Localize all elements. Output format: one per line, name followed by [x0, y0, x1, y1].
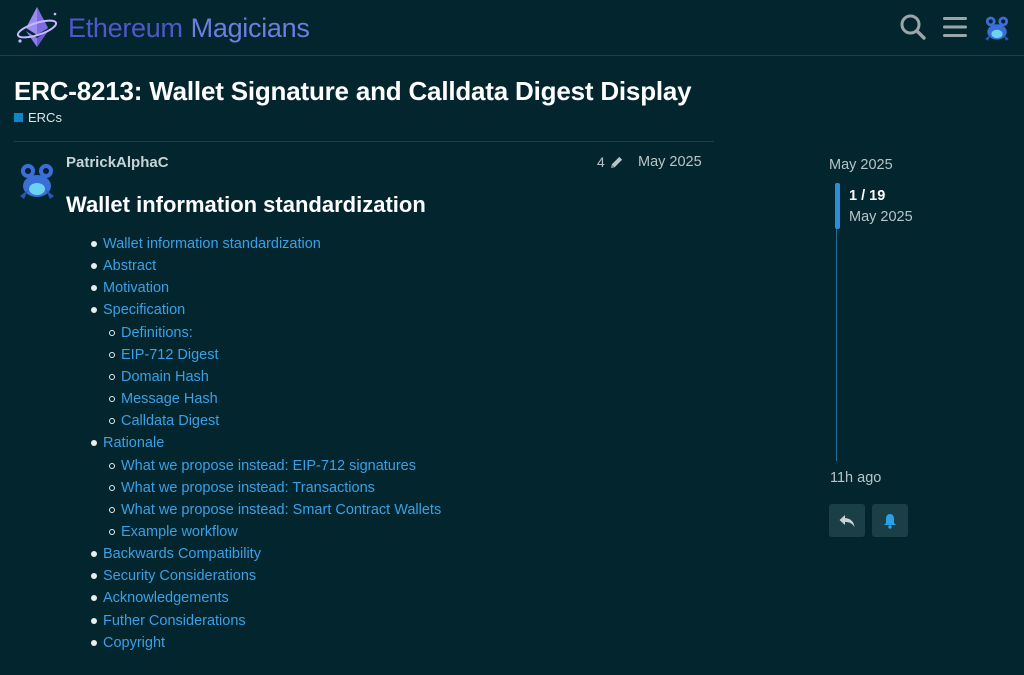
pencil-icon: [610, 156, 622, 168]
toc-item-label: Motivation: [103, 280, 170, 297]
toc-item-label: Backwards Compatibility: [103, 546, 261, 563]
bullet-icon: [91, 639, 97, 646]
toc-item-label: Rationale: [103, 435, 165, 452]
toc-item-label: Specification: [103, 302, 186, 319]
toc-item[interactable]: What we propose instead: EIP-712 signatu…: [109, 456, 416, 476]
toc-item-label: Copyright: [103, 634, 166, 651]
timeline-start-date[interactable]: May 2025: [829, 157, 893, 173]
bullet-icon: [91, 440, 97, 447]
notification-button[interactable]: [872, 504, 908, 537]
toc-item[interactable]: Calldata Digest: [109, 411, 220, 431]
category-color-swatch: [14, 113, 23, 122]
frog-avatar-icon: [20, 164, 54, 199]
toc-item-label: Wallet information standardization: [103, 236, 321, 252]
post-author-name[interactable]: PatrickAlphaC: [66, 154, 169, 171]
toc-item[interactable]: Copyright: [91, 633, 166, 653]
hamburger-menu-button[interactable]: [939, 11, 971, 43]
reply-button[interactable]: [829, 504, 865, 537]
edit-count: 4: [597, 154, 605, 170]
search-icon: [900, 14, 926, 40]
user-menu-button[interactable]: [980, 10, 1014, 44]
post-heading: Wallet information standardization: [66, 192, 426, 217]
category-badge[interactable]: ERCs: [14, 110, 62, 125]
toc-item-label: Acknowledgements: [103, 590, 229, 607]
toc-item-label: Message Hash: [121, 391, 218, 408]
toc-item[interactable]: Example workflow: [109, 522, 238, 542]
site-logo[interactable]: Ethereum Magicians: [14, 5, 310, 51]
timeline-end-label[interactable]: 11h ago: [830, 470, 881, 486]
ethereum-wizard-logo-icon: [16, 7, 58, 47]
bullet-icon: [91, 573, 97, 580]
bullet-icon: [91, 263, 97, 270]
reply-icon: [839, 514, 855, 527]
hollow-bullet-icon: [109, 418, 115, 425]
site-name: Ethereum Magicians: [68, 13, 310, 43]
toc-item-label: Domain Hash: [121, 368, 209, 385]
bullet-icon: [91, 617, 97, 624]
toc-item[interactable]: Motivation: [91, 278, 170, 298]
toc-item[interactable]: Definitions:: [109, 323, 193, 343]
toc-item[interactable]: Futher Considerations: [91, 611, 246, 631]
toc-item-label: Definitions:: [121, 324, 193, 341]
hollow-bullet-icon: [109, 373, 115, 380]
timeline-position-date: May 2025: [849, 209, 913, 225]
toc-item-label: Security Considerations: [103, 568, 257, 585]
toc-item[interactable]: Rationale: [91, 433, 165, 453]
toc-item[interactable]: What we propose instead: Smart Contract …: [109, 500, 442, 520]
hollow-bullet-icon: [109, 462, 115, 469]
bell-icon: [884, 513, 896, 529]
toc-item[interactable]: Domain Hash: [109, 367, 209, 387]
toc-item-label: EIP-712 Digest: [121, 346, 219, 363]
post-date[interactable]: May 2025: [638, 154, 702, 170]
topic-title[interactable]: ERC-8213: Wallet Signature and Calldata …: [14, 76, 692, 107]
bullet-icon: [91, 241, 97, 247]
toc-item-label: Calldata Digest: [121, 413, 220, 430]
toc-item[interactable]: Message Hash: [109, 389, 218, 409]
hollow-bullet-icon: [109, 528, 115, 535]
site-header: Ethereum Magicians: [0, 0, 1024, 56]
toc-item-label: What we propose instead: Transactions: [121, 479, 375, 496]
user-avatar-frog-icon: [985, 16, 1009, 41]
timeline-scroll-handle[interactable]: [835, 183, 840, 229]
toc-item[interactable]: Security Considerations: [91, 566, 257, 586]
toc-item-label: What we propose instead: Smart Contract …: [121, 501, 442, 518]
toc-item[interactable]: What we propose instead: Transactions: [109, 478, 375, 498]
toc-item-label: What we propose instead: EIP-712 signatu…: [121, 457, 416, 474]
bullet-icon: [91, 307, 97, 314]
hollow-bullet-icon: [109, 484, 115, 491]
hollow-bullet-icon: [109, 506, 115, 513]
edit-history-button[interactable]: 4: [597, 154, 624, 170]
toc-item-label: Futher Considerations: [103, 612, 246, 629]
timeline-position: 1 / 19: [849, 188, 886, 204]
search-button[interactable]: [897, 11, 929, 43]
toc-item[interactable]: Specification: [91, 300, 186, 320]
category-label: ERCs: [28, 110, 62, 125]
author-avatar[interactable]: [14, 156, 60, 202]
title-divider: [14, 141, 714, 142]
toc-item[interactable]: Backwards Compatibility: [91, 544, 261, 564]
bullet-icon: [91, 551, 97, 558]
menu-icon: [943, 17, 967, 37]
hollow-bullet-icon: [109, 396, 115, 403]
toc-item-label: Example workflow: [121, 523, 238, 540]
hollow-bullet-icon: [109, 329, 115, 336]
toc-item[interactable]: Wallet information standardization: [91, 234, 321, 254]
toc-item[interactable]: Abstract: [91, 256, 157, 276]
bullet-icon: [91, 285, 97, 292]
toc-item[interactable]: EIP-712 Digest: [109, 345, 219, 365]
hollow-bullet-icon: [109, 351, 115, 358]
toc-item-label: Abstract: [103, 258, 157, 275]
toc-item[interactable]: Acknowledgements: [91, 588, 229, 608]
bullet-icon: [91, 595, 97, 602]
